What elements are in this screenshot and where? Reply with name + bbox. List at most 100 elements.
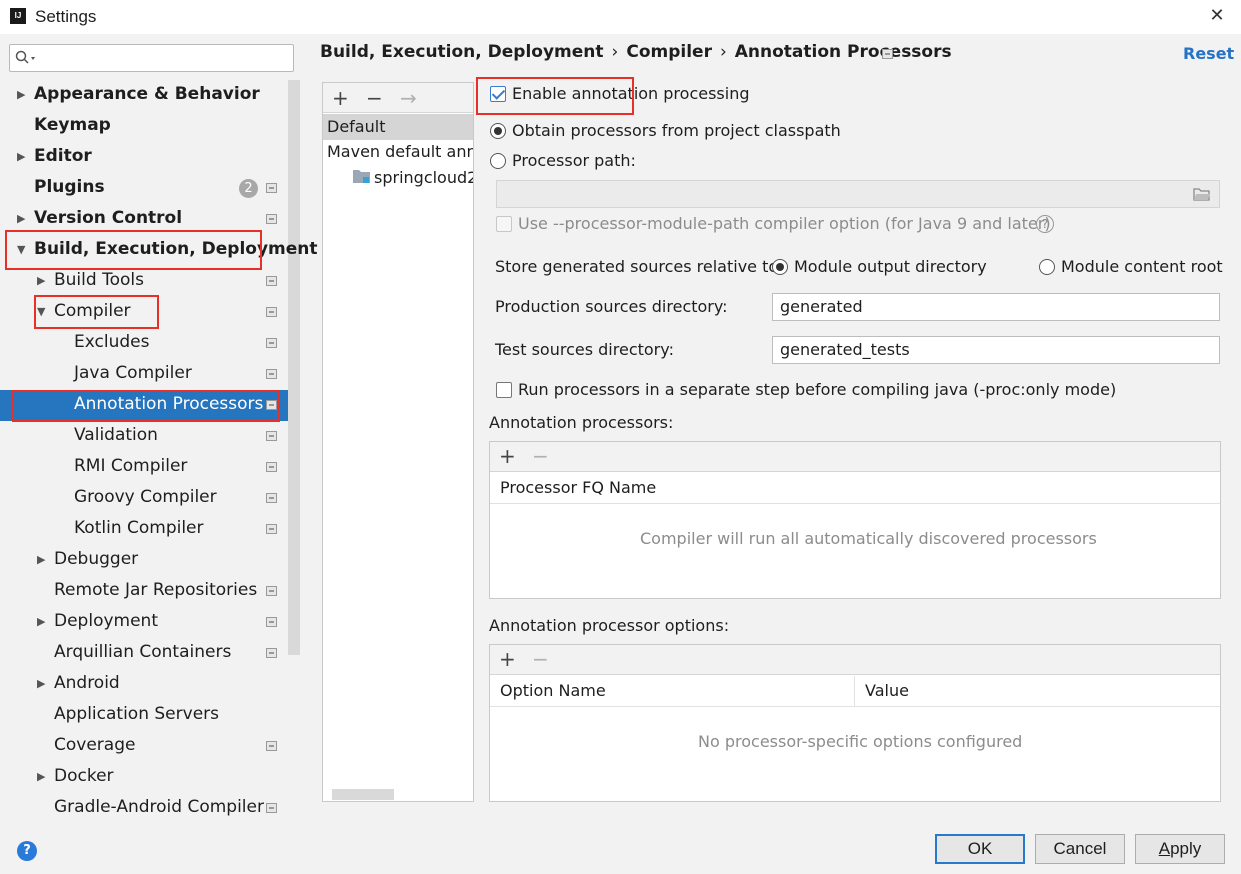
sidebar-item-label: Editor: [34, 146, 92, 166]
test-dir-input[interactable]: generated_tests: [772, 336, 1220, 364]
chevron-right-icon[interactable]: ▶: [17, 79, 31, 110]
chevron-right-icon[interactable]: ▶: [17, 141, 31, 172]
question-mark-icon[interactable]: ?: [1036, 215, 1054, 233]
sidebar-item[interactable]: ▼ Build, Execution, Deployment: [0, 234, 318, 265]
sidebar-item[interactable]: ▶ Docker: [0, 761, 288, 792]
remove-profile-button[interactable]: −: [366, 86, 383, 110]
add-processor-button[interactable]: +: [499, 444, 516, 468]
processor-path-label[interactable]: Processor path:: [512, 151, 636, 170]
value-header[interactable]: Value: [865, 681, 909, 700]
enable-annotation-processing-label[interactable]: Enable annotation processing: [512, 84, 750, 103]
chevron-right-icon[interactable]: ▶: [37, 265, 51, 296]
sidebar-item[interactable]: Validation: [0, 420, 288, 451]
sidebar-item-label: Validation: [74, 425, 158, 445]
chevron-right-icon[interactable]: ▶: [37, 606, 51, 637]
chevron-right-icon[interactable]: ▶: [37, 544, 51, 575]
profile-maven-default[interactable]: Maven default annotation processors prof…: [327, 142, 473, 161]
help-button[interactable]: ?: [17, 841, 37, 861]
sidebar-scrollbar[interactable]: [288, 80, 300, 655]
sidebar-item[interactable]: ▶ Android: [0, 668, 288, 699]
sidebar-item-label: Application Servers: [54, 704, 219, 724]
annotation-processors-title: Annotation processors:: [489, 413, 674, 432]
chevron-right-icon[interactable]: ▶: [37, 761, 51, 792]
project-level-icon: [266, 586, 277, 596]
processors-empty-text: Compiler will run all automatically disc…: [640, 529, 1097, 548]
sidebar-item[interactable]: Remote Jar Repositories: [0, 575, 288, 606]
sidebar-item[interactable]: ▶ Appearance & Behavior: [0, 79, 288, 110]
add-profile-button[interactable]: +: [332, 86, 349, 110]
project-level-icon: [882, 49, 893, 59]
move-to-profile-button[interactable]: →: [400, 86, 417, 110]
chevron-down-icon[interactable]: ▼: [37, 296, 51, 327]
sidebar-item[interactable]: ▶ Version Control: [0, 203, 288, 234]
apply-button[interactable]: Apply: [1135, 834, 1225, 864]
project-level-icon: [266, 307, 277, 317]
sidebar-item[interactable]: Java Compiler: [0, 358, 288, 389]
profiles-list[interactable]: [322, 82, 474, 802]
sidebar-item-label: Deployment: [54, 611, 158, 631]
breadcrumb-separator: ›: [719, 42, 727, 62]
sidebar-item[interactable]: Arquillian Containers: [0, 637, 288, 668]
obtain-from-classpath-radio[interactable]: [490, 123, 506, 139]
project-level-icon: [266, 648, 277, 658]
annotation-processors-toolbar: [490, 442, 1220, 472]
sidebar-item[interactable]: Keymap: [0, 110, 288, 141]
sidebar-item-label: Java Compiler: [74, 363, 192, 383]
sidebar-item-label: Build Tools: [54, 270, 144, 290]
chevron-down-icon[interactable]: ▼: [17, 234, 31, 265]
sidebar-item[interactable]: Groovy Compiler: [0, 482, 288, 513]
sidebar-item-label: Plugins: [34, 177, 105, 197]
reset-link[interactable]: Reset: [1183, 44, 1234, 63]
module-content-root-label[interactable]: Module content root: [1061, 257, 1223, 276]
chevron-right-icon[interactable]: ▶: [17, 203, 31, 234]
options-empty-text: No processor-specific options configured: [698, 732, 1023, 751]
profile-default[interactable]: Default: [327, 117, 472, 136]
module-output-directory-radio[interactable]: [772, 259, 788, 275]
sidebar-item[interactable]: ▼ Compiler: [0, 296, 288, 327]
processor-path-field[interactable]: [496, 180, 1220, 208]
enable-annotation-processing-checkbox[interactable]: [490, 86, 506, 102]
sidebar-item[interactable]: Coverage: [0, 730, 288, 761]
use-module-path-checkbox[interactable]: [496, 216, 512, 232]
run-separate-step-checkbox[interactable]: [496, 382, 512, 398]
browse-folder-icon[interactable]: [1193, 187, 1211, 201]
close-icon[interactable]: ✕: [1205, 4, 1229, 28]
cancel-button[interactable]: Cancel: [1035, 834, 1125, 864]
option-name-header[interactable]: Option Name: [500, 681, 606, 700]
module-folder-icon: [353, 170, 370, 183]
project-level-icon: [266, 524, 277, 534]
use-module-path-label[interactable]: Use --processor-module-path compiler opt…: [518, 214, 1051, 233]
sidebar-item[interactable]: ▶ Deployment: [0, 606, 288, 637]
sidebar-item-label: Debugger: [54, 549, 139, 569]
obtain-from-classpath-label[interactable]: Obtain processors from project classpath: [512, 121, 841, 140]
project-level-icon: [266, 338, 277, 348]
sidebar-item[interactable]: ▶ Editor: [0, 141, 288, 172]
search-input[interactable]: [9, 44, 294, 72]
sidebar-item[interactable]: Excludes: [0, 327, 288, 358]
add-option-button[interactable]: +: [499, 647, 516, 671]
sidebar-item[interactable]: Annotation Processors: [0, 389, 288, 420]
intellij-app-icon: IJ: [10, 8, 26, 24]
processor-path-radio[interactable]: [490, 153, 506, 169]
module-content-root-radio[interactable]: [1039, 259, 1055, 275]
remove-option-button[interactable]: −: [532, 647, 549, 671]
project-level-icon: [266, 431, 277, 441]
sidebar-item[interactable]: RMI Compiler: [0, 451, 288, 482]
sidebar-item[interactable]: ▶ Debugger: [0, 544, 288, 575]
sidebar-item[interactable]: Gradle-Android Compiler: [0, 792, 288, 823]
run-separate-step-label[interactable]: Run processors in a separate step before…: [518, 380, 1116, 399]
sidebar-item-label: Build, Execution, Deployment: [34, 239, 318, 259]
ok-button[interactable]: OK: [935, 834, 1025, 864]
chevron-right-icon[interactable]: ▶: [37, 668, 51, 699]
sidebar-item-label: Appearance & Behavior: [34, 84, 260, 104]
production-dir-input[interactable]: generated: [772, 293, 1220, 321]
profiles-horizontal-scrollbar[interactable]: [332, 789, 394, 800]
processor-fq-name-header[interactable]: Processor FQ Name: [490, 473, 1220, 504]
sidebar-item[interactable]: Kotlin Compiler: [0, 513, 288, 544]
sidebar-item[interactable]: Application Servers: [0, 699, 288, 730]
module-springcloud[interactable]: springcloud2020: [374, 168, 473, 187]
sidebar-item[interactable]: ▶ Build Tools: [0, 265, 288, 296]
module-output-directory-label[interactable]: Module output directory: [794, 257, 987, 276]
remove-processor-button[interactable]: −: [532, 444, 549, 468]
project-level-icon: [266, 741, 277, 751]
